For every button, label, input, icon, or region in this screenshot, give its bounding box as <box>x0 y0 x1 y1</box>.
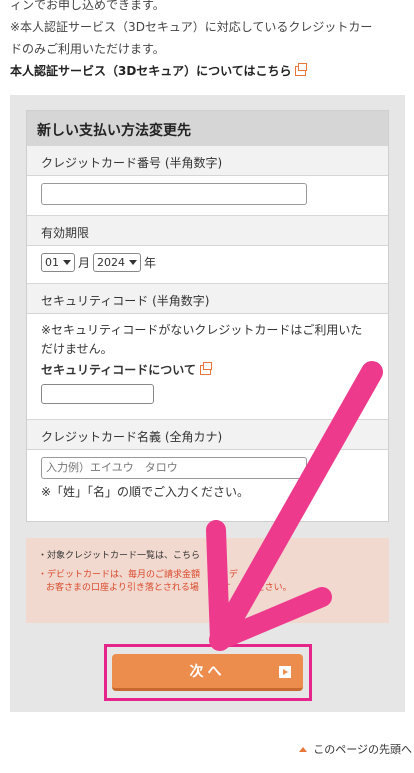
card-holder-row: ※「姓」「名」の順でご入力ください。 <box>27 449 388 513</box>
debit-notice-line-1: ・デビットカードは、毎月のご請求金額 <box>38 570 201 580</box>
intro-text: ィンでお申し込めできます。 ※本人認証サービス（3Dセキュア）に対応しているクレ… <box>10 0 406 82</box>
card-number-label: クレジットカード番号 (半角数字) <box>27 145 388 175</box>
debit-card-notice: ・デビットカードは、毎月のご請求金額 デ お客さまの口座より引き落とされる場 す… <box>38 569 377 595</box>
card-list-notice: ・対象クレジットカード一覧は、こちら <box>38 550 377 563</box>
payment-form: 新しい支払い方法変更先 クレジットカード番号 (半角数字) 有効期限 01 月 … <box>26 110 389 522</box>
intro-line-1: ※本人認証サービス（3Dセキュア）に対応しているクレジットカー <box>10 20 373 34</box>
intro-line-2: ドのみご利用いただけます。 <box>10 42 165 56</box>
year-unit: 年 <box>144 256 157 270</box>
debit-notice-line-2-tail: す <box>221 583 231 593</box>
next-button[interactable]: 次へ <box>112 654 303 691</box>
next-button-label: 次へ <box>189 664 226 680</box>
security-code-link[interactable]: セキュリティコードについて <box>41 361 374 378</box>
debit-notice-line-2: お客さまの口座より引き落とされる場 <box>46 583 199 593</box>
form-title: 新しい支払い方法変更先 <box>27 111 388 145</box>
security-code-note: ※セキュリティコードがないクレジットカードはご利用いただけません。 <box>41 323 363 356</box>
debit-notice-line-2-end: ださい。 <box>255 583 292 593</box>
external-link-icon <box>199 361 212 375</box>
card-holder-note: ※「姓」「名」の順でご入力ください。 <box>41 485 250 499</box>
card-number-input[interactable] <box>41 183 307 205</box>
security-code-row: ※セキュリティコードがないクレジットカードはご利用いただけません。 セキュリティ… <box>27 313 388 419</box>
external-link-icon <box>295 63 308 76</box>
security-code-input[interactable] <box>41 384 154 404</box>
page-top-link-text[interactable]: このページの先頭へ <box>313 741 412 757</box>
page-top-link[interactable]: このページの先頭へ <box>299 741 412 757</box>
intro-line-0: ィンでお申し込めできます。 <box>10 0 165 12</box>
chevron-down-icon <box>63 260 71 265</box>
arrow-right-icon <box>279 666 291 678</box>
card-holder-input[interactable] <box>41 457 307 479</box>
debit-notice-line-1-tail: デ <box>228 570 238 580</box>
expiry-month-select[interactable]: 01 <box>41 253 75 272</box>
month-unit: 月 <box>78 256 91 270</box>
security-code-link-text[interactable]: セキュリティコードについて <box>41 361 196 378</box>
triangle-up-icon <box>299 746 308 752</box>
card-list-notice-text[interactable]: ・対象クレジットカード一覧は、こちら <box>38 551 200 561</box>
expiry-row: 01 月 2024 年 <box>27 245 388 283</box>
expiry-year-select[interactable]: 2024 <box>93 253 142 272</box>
expiry-month-value: 01 <box>45 256 59 269</box>
3d-secure-link-text[interactable]: 本人認証サービス（3Dセキュア）についてはこちら <box>10 60 291 82</box>
expiry-label: 有効期限 <box>27 215 388 245</box>
security-code-label: セキュリティコード (半角数字) <box>27 283 388 313</box>
notice-box: ・対象クレジットカード一覧は、こちら ・デビットカードは、毎月のご請求金額 デ … <box>26 538 389 623</box>
expiry-year-value: 2024 <box>97 256 126 269</box>
card-number-row <box>27 175 388 215</box>
card-holder-label: クレジットカード名義 (全角カナ) <box>27 419 388 449</box>
3d-secure-link[interactable]: 本人認証サービス（3Dセキュア）についてはこちら <box>10 60 406 82</box>
chevron-down-icon <box>129 260 138 265</box>
